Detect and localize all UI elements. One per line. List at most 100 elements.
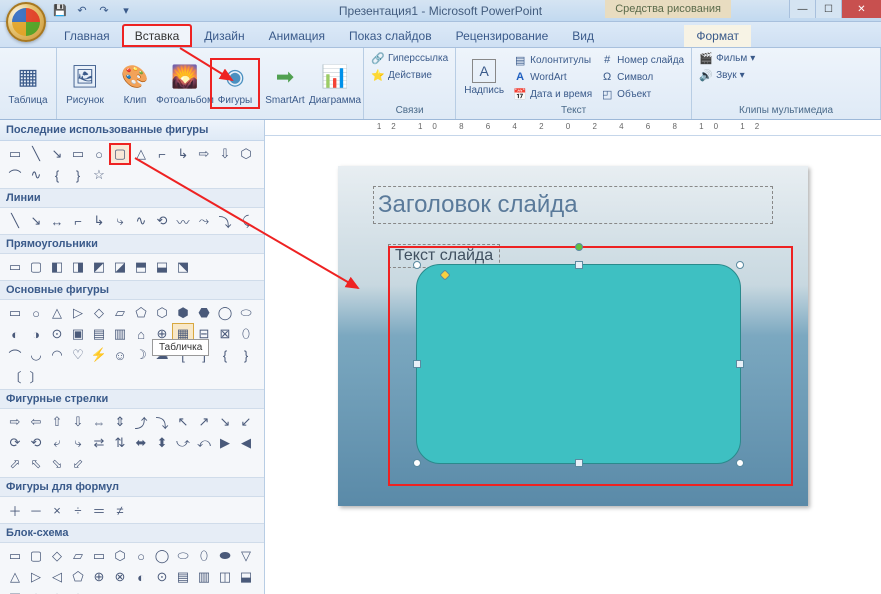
shape-fc-13[interactable]: △ [5,567,25,587]
shape-oval[interactable]: ○ [89,144,109,164]
shape-arrow[interactable]: ↘ [47,144,67,164]
tab-view[interactable]: Вид [560,25,606,47]
shape-a-1[interactable]: ⇨ [5,412,25,432]
shape-a-7[interactable]: ⤴ [131,412,151,432]
shape-a-28[interactable]: ⬃ [68,454,88,474]
shape-b-12[interactable]: ⬭ [236,303,256,323]
photoalbum-button[interactable]: 🌄Фотоальбом [161,59,209,108]
shape-a-18[interactable]: ⇅ [110,433,130,453]
slide-title-placeholder[interactable]: Заголовок слайда [373,186,773,224]
resize-handle-nw[interactable] [413,261,421,269]
shape-fc-26[interactable]: ⬖ [26,588,46,594]
shape-line-11[interactable]: ⤵ [215,211,235,231]
shape-b-36[interactable]: } [236,345,256,365]
shape-rounded-rect[interactable]: ▢ [110,144,130,164]
shape-a-12[interactable]: ↙ [236,412,256,432]
shape-f-1[interactable]: ＋ [5,500,25,520]
shape-fc-9[interactable]: ⬭ [173,546,193,566]
save-icon[interactable]: 💾 [52,3,68,19]
shape-fc-10[interactable]: ⬯ [194,546,214,566]
shape-fc-4[interactable]: ▱ [68,546,88,566]
shape-f-4[interactable]: ÷ [68,500,88,520]
shape-elbow[interactable]: ↳ [173,144,193,164]
maximize-button[interactable]: ☐ [815,0,841,18]
shape-a-13[interactable]: ⟳ [5,433,25,453]
shape-a-3[interactable]: ⇧ [47,412,67,432]
shape-brace-r[interactable]: } [68,165,88,185]
shape-line-9[interactable]: 〰 [173,211,193,231]
shape-fc-5[interactable]: ▭ [89,546,109,566]
shape-b-37[interactable]: 〔 [5,366,25,386]
shape-a-11[interactable]: ↘ [215,412,235,432]
shape-b-23[interactable]: ⊠ [215,324,235,344]
shape-a-26[interactable]: ⬁ [26,454,46,474]
shape-f-3[interactable]: × [47,500,67,520]
shape-b-8[interactable]: ⬡ [152,303,172,323]
sound-button[interactable]: 🔊Звук ▾ [696,67,876,83]
shape-a-17[interactable]: ⇄ [89,433,109,453]
shape-b-25[interactable]: ⌒ [5,345,25,365]
shape-a-23[interactable]: ▶ [215,433,235,453]
shape-line-5[interactable]: ↳ [89,211,109,231]
shape-fc-21[interactable]: ▤ [173,567,193,587]
shape-b-10[interactable]: ⬣ [194,303,214,323]
shape-b-5[interactable]: ◇ [89,303,109,323]
shape-fc-25[interactable]: ⬕ [5,588,25,594]
minimize-button[interactable]: — [789,0,815,18]
shape-line-1[interactable]: ╲ [5,211,25,231]
movie-button[interactable]: 🎬Фильм ▾ [696,50,876,66]
wordart-button[interactable]: AWordArt [510,69,595,85]
shape-fc-2[interactable]: ▢ [26,546,46,566]
tab-insert[interactable]: Вставка [122,24,193,47]
shape-line-6[interactable]: ⤷ [110,211,130,231]
shape-line-8[interactable]: ⟲ [152,211,172,231]
shape-curve2[interactable]: ∿ [26,165,46,185]
shape-textbox[interactable]: ▭ [5,144,25,164]
shape-a-10[interactable]: ↗ [194,412,214,432]
shape-b-31[interactable]: ☽ [131,345,151,365]
shape-a-24[interactable]: ◀ [236,433,256,453]
shape-b-24[interactable]: ⬯ [236,324,256,344]
shape-r-7[interactable]: ⬒ [131,257,151,277]
shape-brace-l[interactable]: { [47,165,67,185]
shape-a-6[interactable]: ⇕ [110,412,130,432]
shape-a-9[interactable]: ↖ [173,412,193,432]
shape-b-1[interactable]: ▭ [5,303,25,323]
shape-r-5[interactable]: ◩ [89,257,109,277]
shape-b-3[interactable]: △ [47,303,67,323]
action-button[interactable]: ⭐Действие [368,67,451,83]
chart-button[interactable]: 📊Диаграмма [311,59,359,108]
tab-home[interactable]: Главная [52,25,122,47]
shape-fc-24[interactable]: ⬓ [236,567,256,587]
shape-a-27[interactable]: ⬂ [47,454,67,474]
shape-b-18[interactable]: ▥ [110,324,130,344]
shape-fc-23[interactable]: ◫ [215,567,235,587]
shape-b-7[interactable]: ⬠ [131,303,151,323]
shape-fc-1[interactable]: ▭ [5,546,25,566]
shape-a-21[interactable]: ⤻ [173,433,193,453]
shape-b-4[interactable]: ▷ [68,303,88,323]
shape-curve1[interactable]: ⌒ [5,165,25,185]
table-button[interactable]: ▦ Таблица [4,59,52,108]
shape-b-26[interactable]: ◡ [26,345,46,365]
smartart-button[interactable]: ➡SmartArt [261,59,309,108]
shape-a-20[interactable]: ⬍ [152,433,172,453]
symbol-button[interactable]: ΩСимвол [597,69,687,85]
shape-a-8[interactable]: ⤵ [152,412,172,432]
shape-fc-18[interactable]: ⊗ [110,567,130,587]
shape-line-12[interactable]: ⤹ [236,211,256,231]
shape-a-5[interactable]: ⇔ [89,412,109,432]
slide-canvas[interactable]: Заголовок слайда Текст слайда [338,166,808,506]
shape-fc-11[interactable]: ⬬ [215,546,235,566]
clip-button[interactable]: 🎨Клип [111,59,159,108]
shape-b-11[interactable]: ◯ [215,303,235,323]
shape-a-16[interactable]: ⤷ [68,433,88,453]
resize-handle-w[interactable] [413,360,421,368]
resize-handle-se[interactable] [736,459,744,467]
shape-r-3[interactable]: ◧ [47,257,67,277]
shape-fc-3[interactable]: ◇ [47,546,67,566]
shape-fc-12[interactable]: ▽ [236,546,256,566]
shape-b-27[interactable]: ◠ [47,345,67,365]
shape-r-2[interactable]: ▢ [26,257,46,277]
resize-handle-ne[interactable] [736,261,744,269]
